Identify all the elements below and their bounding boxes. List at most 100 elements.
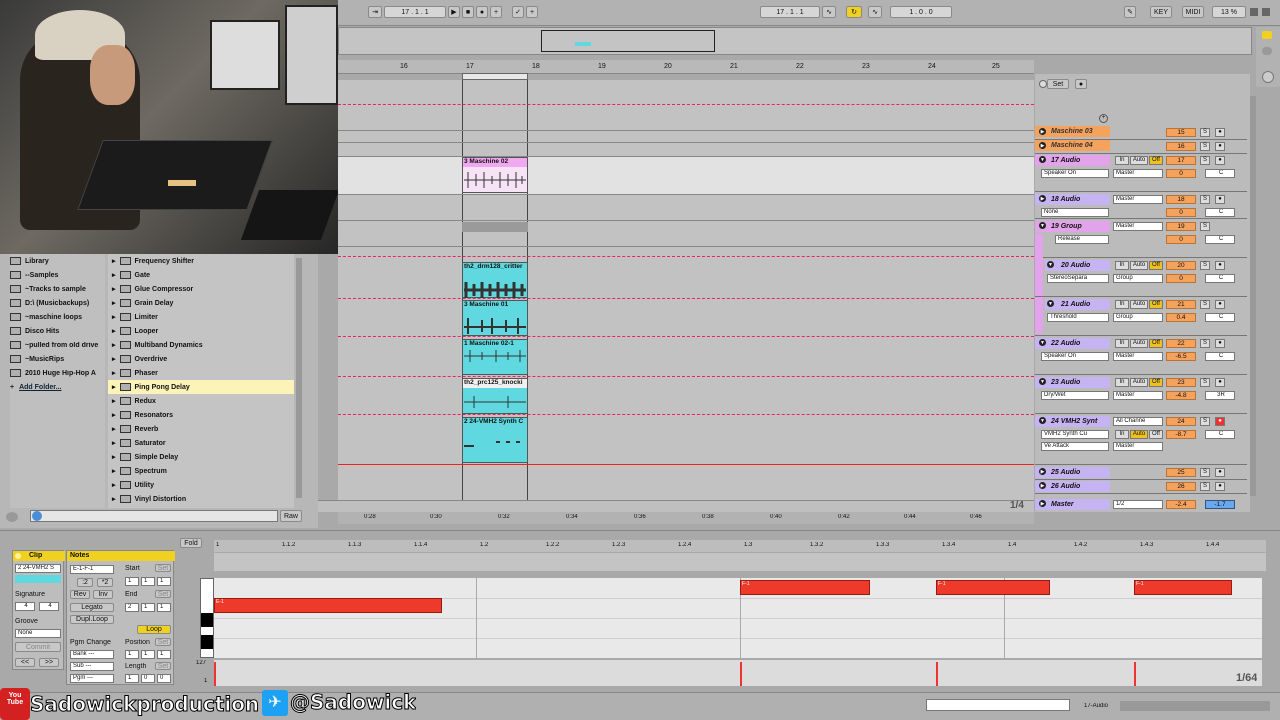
place-disco-hits[interactable]: Disco Hits — [10, 324, 105, 338]
track-number[interactable]: 25 — [1166, 468, 1196, 477]
length-bar[interactable]: 1 — [125, 674, 139, 683]
stop-button[interactable]: ■ — [462, 6, 474, 18]
duplicate-loop-button[interactable]: Dupl.Loop — [70, 615, 114, 624]
grid-setting[interactable]: 1/64 — [1236, 672, 1257, 684]
arm-button[interactable]: ● — [1215, 468, 1225, 477]
track-play-icon[interactable]: ▶ — [1039, 128, 1046, 135]
place-huge-hiphop[interactable]: 2010 Huge Hip-Hop A — [10, 366, 105, 380]
time-ruler[interactable]: 0:28 0:30 0:32 0:34 0:36 0:38 0:40 0:42 … — [338, 512, 1034, 524]
track-number[interactable]: 23 — [1166, 378, 1196, 387]
end-beat[interactable]: 1 — [141, 603, 155, 612]
expand-icon[interactable]: ▸ — [112, 411, 116, 419]
reverse-button[interactable]: Rev — [70, 590, 90, 599]
preview-strip[interactable] — [30, 510, 278, 522]
output-select[interactable]: Master — [1113, 442, 1163, 451]
raw-button[interactable]: Raw — [280, 510, 302, 522]
track-22-audio[interactable]: 22 Audio ▼ In Auto Off 22 S ● Speaker On… — [1035, 337, 1247, 375]
arm-button[interactable]: ● — [1215, 156, 1225, 165]
track-name[interactable]: Master — [1035, 499, 1110, 510]
black-key[interactable] — [201, 613, 213, 627]
track-number[interactable]: 20 — [1166, 261, 1196, 270]
expand-icon[interactable]: ▸ — [112, 495, 116, 503]
track-number[interactable]: 18 — [1166, 195, 1196, 204]
track-number[interactable]: 22 — [1166, 339, 1196, 348]
track-17-audio[interactable]: 17 Audio ▼ In Auto Off 17 S ● Speaker On… — [1035, 154, 1247, 192]
pan-field[interactable]: -1.7 — [1205, 500, 1235, 509]
track-maschine-04[interactable]: Maschine 04 ▶ 16 S ● — [1035, 140, 1247, 154]
place-musicbackups[interactable]: D:\ (Musicbackups) — [10, 296, 105, 310]
solo-button[interactable]: S — [1200, 261, 1210, 270]
effect-item[interactable]: ▸ Utility — [108, 478, 294, 492]
pan-field[interactable]: C — [1205, 208, 1235, 217]
length-beat[interactable]: 0 — [141, 674, 155, 683]
velocity-stem[interactable] — [936, 662, 938, 686]
off-button[interactable]: Off — [1149, 430, 1163, 439]
track-master[interactable]: Master ▶ 1/2 -2.4 -1.7 — [1035, 498, 1247, 512]
track-number[interactable]: 24 — [1166, 417, 1196, 426]
expand-icon[interactable]: ▸ — [112, 425, 116, 433]
expand-icon[interactable]: ▸ — [112, 481, 116, 489]
note-grid[interactable]: E-1 F-1 F-1 F-1 — [214, 578, 1262, 658]
expand-icon[interactable]: ▸ — [112, 327, 116, 335]
effect-item-selected[interactable]: ▸ Ping Pong Delay — [108, 380, 294, 394]
track-name[interactable]: 18 Audio — [1035, 194, 1110, 205]
overview-toggle[interactable] — [1256, 27, 1280, 87]
piano-roll-ruler[interactable]: 1 1.1.2 1.1.3 1.1.4 1.2 1.2.2 1.2.3 1.2.… — [214, 540, 1266, 552]
track-name[interactable]: Maschine 04 — [1035, 140, 1110, 151]
clip-led-icon[interactable] — [15, 553, 21, 559]
sig-numerator[interactable]: 4 — [15, 602, 35, 611]
track-fold-icon[interactable]: ▼ — [1047, 300, 1054, 307]
record-button[interactable]: ● — [476, 6, 488, 18]
track-fold-icon[interactable]: ▼ — [1039, 378, 1046, 385]
sig-denominator[interactable]: 4 — [39, 602, 59, 611]
arm-button[interactable]: ● — [1215, 142, 1225, 151]
effect-item[interactable]: ▸ Frequency Shifter — [108, 254, 294, 268]
device-param-select[interactable]: Dry/Wet — [1041, 391, 1109, 400]
volume-field[interactable]: 0 — [1166, 235, 1196, 244]
auto-button[interactable]: Auto — [1130, 156, 1148, 165]
note-range-field[interactable]: E-1-F-1 — [70, 565, 114, 574]
effect-item[interactable]: ▸ Glue Compressor — [108, 282, 294, 296]
play-button[interactable]: ▶ — [448, 6, 460, 18]
pan-field[interactable]: 3R — [1205, 391, 1235, 400]
track-fold-icon[interactable]: ▼ — [1039, 339, 1046, 346]
expand-icon[interactable]: ▸ — [112, 313, 116, 321]
track-play-icon[interactable]: ▶ — [1039, 468, 1046, 475]
solo-button[interactable]: S — [1200, 128, 1210, 137]
arm-button[interactable]: ● — [1215, 482, 1225, 491]
solo-button[interactable]: S — [1200, 222, 1210, 231]
solo-button[interactable]: S — [1200, 156, 1210, 165]
track-fold-icon[interactable]: ▼ — [1039, 417, 1046, 424]
track-name[interactable]: 21 Audio — [1045, 299, 1110, 310]
device-param-select[interactable]: Threshold — [1047, 313, 1109, 322]
invert-button[interactable]: Inv — [93, 590, 113, 599]
track-24-vmh2-synth[interactable]: 24 VMH2 Synt ▼ All Channe 24 S ● VMH2 Sy… — [1035, 415, 1247, 465]
volume-field[interactable]: 0 — [1166, 208, 1196, 217]
draw-automation-button[interactable]: + — [526, 6, 538, 18]
device-param-select[interactable]: StereoSepara — [1047, 274, 1109, 283]
volume-field[interactable]: 0.4 — [1166, 313, 1196, 322]
header-add-icon[interactable]: + — [1099, 114, 1108, 123]
place-tracks-to-sample[interactable]: ~Tracks to sample — [10, 282, 105, 296]
in-button[interactable]: In — [1115, 339, 1129, 348]
loop-switch[interactable]: ↻ — [846, 6, 862, 18]
track-name[interactable]: 23 Audio — [1035, 377, 1110, 388]
output-select[interactable]: Master — [1113, 169, 1163, 178]
half-length-button[interactable]: :2 — [77, 578, 93, 587]
in-button[interactable]: In — [1115, 261, 1129, 270]
browser-scrollbar[interactable] — [296, 258, 302, 498]
track-number[interactable]: 21 — [1166, 300, 1196, 309]
arrangement-view[interactable]: 3 Maschine 02 th2_drm128_critter 3 Masch… — [338, 80, 1034, 500]
groove-select[interactable]: None — [15, 629, 61, 638]
effect-item[interactable]: ▸ Spectrum — [108, 464, 294, 478]
start-bar[interactable]: 1 — [125, 577, 139, 586]
pan-field[interactable]: C — [1205, 352, 1235, 361]
auto-button[interactable]: Auto — [1130, 261, 1148, 270]
place-library[interactable]: Library — [10, 254, 105, 268]
position-sixteenth[interactable]: 1 — [157, 650, 171, 659]
overview-viewport[interactable] — [541, 30, 715, 52]
arm-button[interactable]: ● — [1215, 195, 1225, 204]
auto-button[interactable]: Auto — [1130, 378, 1148, 387]
follow-button[interactable]: ⇥ — [368, 6, 382, 18]
browser-toggle-icon[interactable] — [6, 512, 18, 522]
